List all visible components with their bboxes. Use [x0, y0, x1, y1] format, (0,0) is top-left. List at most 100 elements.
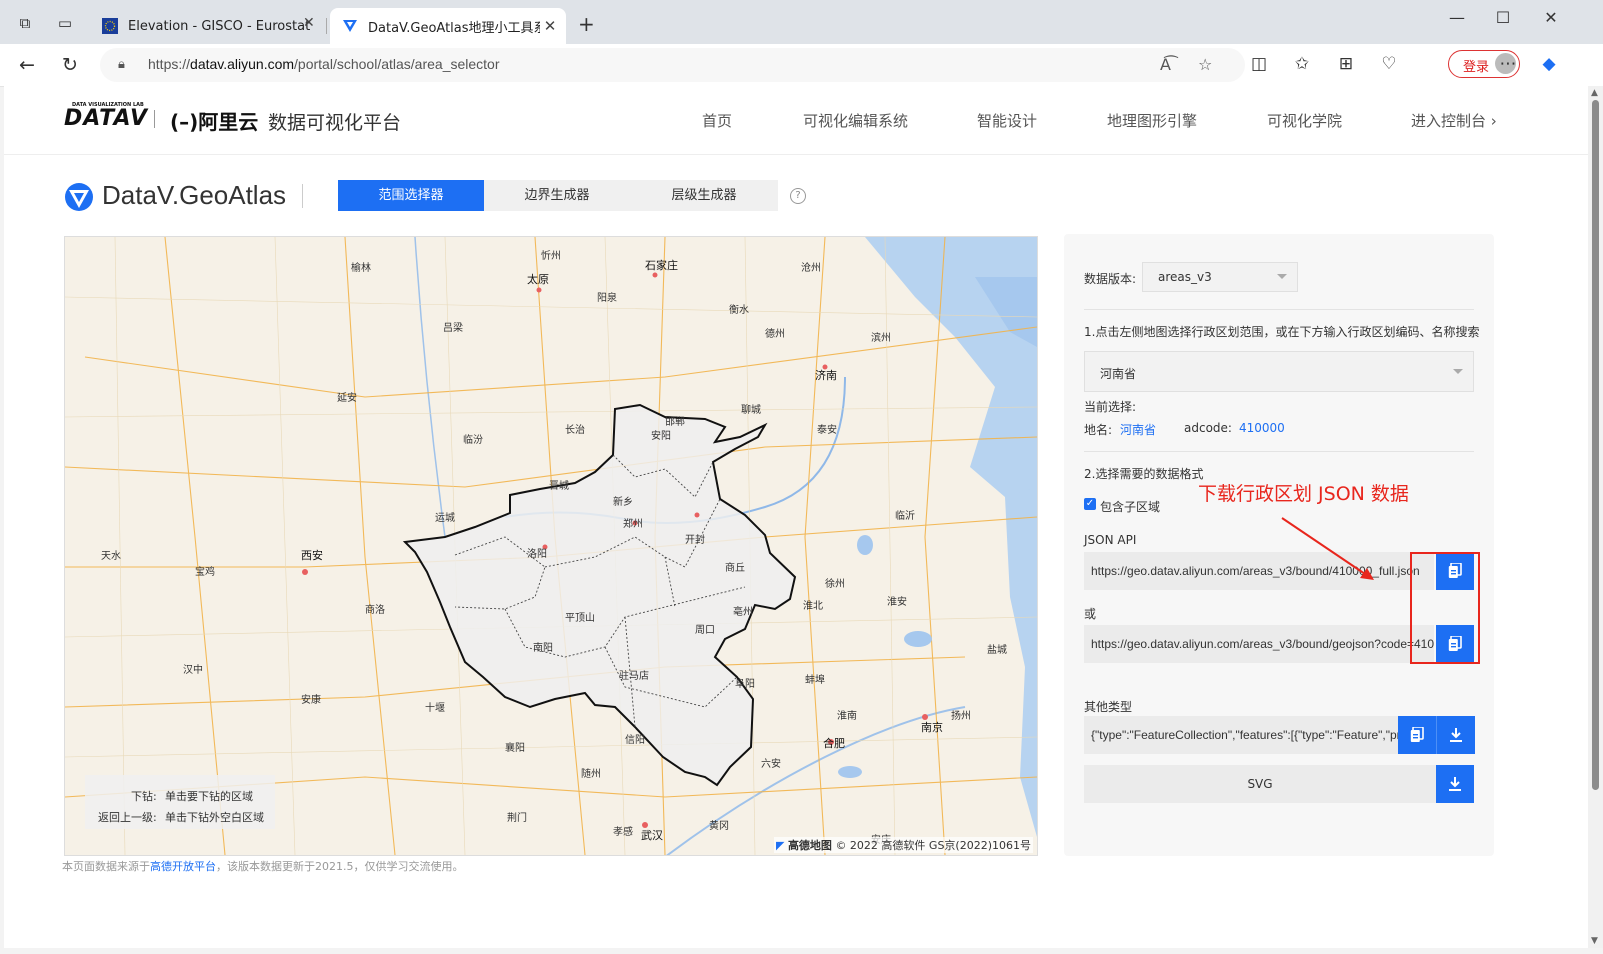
annotation-label: 下载行政区划 JSON 数据	[1198, 483, 1409, 505]
aliyun-logo[interactable]: (–)阿里云	[170, 106, 258, 135]
map-label: 济南	[815, 369, 837, 382]
region-search-select[interactable]: 河南省	[1084, 351, 1474, 392]
download-svg-button[interactable]	[1436, 765, 1474, 803]
tab-range-selector[interactable]: 范围选择器	[338, 180, 484, 211]
map-label: 德州	[765, 329, 785, 340]
workspaces-icon[interactable]: ⧉	[16, 14, 34, 32]
copyright-text: © 2022 高德软件 GS京(2022)1061号	[835, 839, 1031, 852]
nav-home[interactable]: 首页	[702, 110, 732, 131]
login-label: 登录	[1463, 60, 1490, 75]
map-label: 西安	[301, 549, 323, 562]
collections-icon[interactable]: ⊞	[1335, 54, 1357, 74]
map-label: 邯郸	[665, 417, 685, 428]
map-label: 太原	[527, 273, 549, 286]
map-label: 淮北	[803, 601, 823, 612]
browser-tab-eurostat[interactable]: Elevation - GISCO - Eurostat	[90, 8, 326, 44]
page-scrollbar[interactable]: ▲ ▼	[1588, 86, 1603, 948]
tab-boundary-generator[interactable]: 边界生成器	[484, 180, 630, 211]
url-field[interactable]: 🔒︎ https://datav.aliyun.com/portal/schoo…	[100, 48, 1245, 82]
browser-essentials-icon[interactable]: ♡	[1378, 54, 1400, 74]
new-tab-icon[interactable]: +	[578, 12, 595, 36]
map-label: 徐州	[825, 579, 845, 590]
map-label: 泰安	[817, 425, 837, 436]
base-map	[65, 237, 1037, 855]
download-json-button[interactable]	[1436, 716, 1475, 754]
geoatlas-logo-icon	[65, 183, 93, 211]
scroll-down-icon[interactable]: ▼	[1591, 936, 1598, 946]
map-canvas[interactable]: 石家庄 太原 忻州 榆林 沧州 济南 西安 武汉 合肥 南京 郑州 开封 洛阳 …	[64, 236, 1038, 856]
title-divider	[302, 184, 303, 208]
close-window-icon[interactable]: ✕	[1536, 8, 1566, 27]
amap-logo-icon: ◤	[775, 839, 785, 852]
other-json-field[interactable]: {"type":"FeatureCollection","features":[…	[1084, 716, 1398, 754]
tab-divider	[326, 18, 327, 34]
step2-instruction: 2.选择需要的数据格式	[1084, 467, 1204, 481]
map-label: 黄冈	[709, 821, 729, 832]
nav-editor[interactable]: 可视化编辑系统	[803, 110, 908, 131]
browser-tab-datav[interactable]: DataV.GeoAtlas地理小工具系列 ✕	[330, 8, 566, 44]
nav-academy[interactable]: 可视化学院	[1267, 110, 1342, 131]
geojson-url-field[interactable]: https://geo.datav.aliyun.com/areas_v3/bo…	[1084, 625, 1434, 663]
help-icon[interactable]: ?	[790, 188, 806, 204]
nav-console[interactable]: 进入控制台 ›	[1411, 110, 1497, 131]
place-name-label: 地名:	[1084, 423, 1113, 437]
lock-icon: 🔒︎	[118, 57, 125, 72]
scroll-up-icon[interactable]: ▲	[1591, 88, 1598, 98]
henan-province-outline	[402, 403, 797, 787]
map-label: 孝感	[613, 827, 633, 838]
map-label: 南阳	[533, 643, 553, 654]
map-label: 滨州	[871, 333, 891, 344]
map-label: 驻马店	[619, 671, 649, 682]
map-label: 信阳	[625, 735, 645, 746]
nav-smart-design[interactable]: 智能设计	[977, 110, 1037, 131]
maximize-icon[interactable]: ☐	[1488, 8, 1518, 27]
version-select[interactable]: areas_v3	[1142, 262, 1298, 292]
tab-actions-icon[interactable]: ▭	[56, 14, 74, 32]
current-selection-label: 当前选择:	[1084, 400, 1137, 414]
address-bar-row: ← ↻ 🔒︎ https://datav.aliyun.com/portal/s…	[0, 44, 1603, 87]
map-label: 衡水	[729, 305, 749, 316]
map-label: 盐城	[987, 645, 1007, 656]
annotation-arrow-icon	[1281, 517, 1374, 580]
amap-open-platform-link[interactable]: 高德开放平台	[150, 860, 216, 873]
svg-option: SVG	[1084, 765, 1436, 803]
divider	[1084, 309, 1474, 310]
tab-title: Elevation - GISCO - Eurostat	[128, 18, 311, 34]
download-icon	[1450, 728, 1462, 742]
read-aloud-icon[interactable]: A͡	[1160, 55, 1171, 74]
include-subregions-label: 包含子区域	[1100, 500, 1161, 514]
map-label: 荆门	[507, 813, 527, 824]
tab-title: DataV.GeoAtlas地理小工具系列	[368, 20, 540, 36]
close-tab-icon[interactable]: ✕	[540, 17, 560, 35]
map-label: 临沂	[895, 511, 915, 522]
map-label: 武汉	[641, 829, 663, 842]
json-api-label: JSON API	[1084, 533, 1137, 547]
split-screen-icon[interactable]: ◫	[1248, 54, 1270, 74]
map-label: 新乡	[613, 497, 633, 508]
nav-geo-engine[interactable]: 地理图形引擎	[1107, 110, 1197, 131]
site-header: DATA VISUALIZATION LAB DATAV (–)阿里云 数据可视化…	[4, 86, 1592, 155]
scrollbar-thumb[interactable]	[1592, 100, 1599, 790]
page-content: DATA VISUALIZATION LAB DATAV (–)阿里云 数据可视化…	[4, 86, 1592, 948]
more-menu-icon[interactable]: ⋯	[1497, 54, 1519, 74]
version-value: areas_v3	[1158, 270, 1212, 284]
copilot-icon[interactable]: ◆	[1538, 54, 1560, 74]
refresh-icon[interactable]: ↻	[57, 54, 83, 76]
map-label: 洛阳	[527, 549, 547, 560]
tab-level-generator[interactable]: 层级生成器	[631, 180, 777, 211]
favorite-star-icon[interactable]: ☆	[1198, 55, 1212, 74]
include-subregions-checkbox[interactable]: ✓	[1084, 498, 1096, 510]
map-label: 商洛	[365, 605, 385, 616]
map-label: 安康	[301, 695, 321, 706]
minimize-icon[interactable]: —	[1442, 8, 1472, 27]
copy-icon	[1410, 726, 1424, 742]
legend-text: 单击要下钻的区域	[165, 790, 253, 803]
favorites-icon[interactable]: ✩	[1291, 54, 1313, 74]
lake	[904, 631, 932, 647]
map-label: 天水	[101, 551, 121, 562]
datav-logo[interactable]: DATA VISUALIZATION LAB DATAV	[64, 102, 148, 131]
tool-tabs: 范围选择器 边界生成器 层级生成器	[338, 180, 778, 211]
back-icon[interactable]: ←	[14, 54, 40, 76]
close-tab-icon[interactable]: ✕	[303, 15, 315, 31]
copy-json-button[interactable]	[1398, 716, 1436, 754]
